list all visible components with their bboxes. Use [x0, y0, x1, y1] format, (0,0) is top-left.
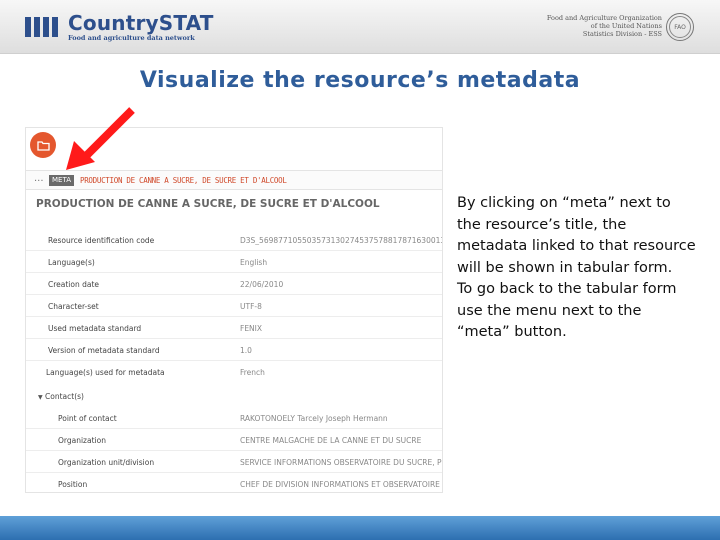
fao-seal-logo: FAO	[666, 13, 694, 41]
metadata-row: Version of metadata standard 1.0	[26, 339, 442, 361]
resource-toolbar: ... META PRODUCTION DE CANNE A SUCRE, DE…	[26, 170, 442, 190]
footer-band	[0, 516, 720, 540]
metadata-label: Creation date	[48, 280, 100, 289]
metadata-row: Organization unit/division SERVICE INFOR…	[26, 451, 443, 473]
metadata-row: Character-set UTF-8	[26, 295, 442, 317]
metadata-row: Creation date 22/06/2010	[26, 273, 442, 295]
resource-title-link[interactable]: PRODUCTION DE CANNE A SUCRE, DE SUCRE ET…	[80, 176, 287, 185]
fao-line: of the United Nations	[590, 22, 662, 30]
metadata-value: 1.0	[240, 346, 252, 355]
metadata-label: Point of contact	[58, 414, 117, 423]
logo-tagline: Food and agriculture data network	[68, 34, 195, 42]
slide-title: Visualize the resource’s metadata	[139, 68, 581, 93]
metadata-row: Position CHEF DE DIVISION INFORMATIONS E…	[26, 473, 442, 492]
metadata-row: Organization CENTRE MALGACHE DE LA CANNE…	[26, 429, 442, 451]
metadata-row: Language(s) used for metadata French	[26, 361, 442, 383]
metadata-label: Resource identification code	[48, 236, 155, 245]
countrystat-logo-icon	[25, 17, 61, 37]
instructions-text: By clicking on “meta” next to the resour…	[457, 193, 697, 344]
header-banner: CountrySTAT Food and agriculture data ne…	[0, 0, 720, 54]
fao-seal-text: FAO	[669, 16, 691, 38]
metadata-screenshot: ... META PRODUCTION DE CANNE A SUCRE, DE…	[25, 127, 443, 493]
folder-icon	[36, 140, 50, 151]
meta-button[interactable]: META	[49, 175, 74, 186]
metadata-label: Contact(s)	[45, 392, 84, 401]
metadata-value: CENTRE MALGACHE DE LA CANNE ET DU SUCRE	[240, 436, 422, 445]
metadata-value: UTF-8	[240, 302, 262, 311]
folder-button[interactable]	[30, 132, 56, 158]
metadata-row: Used metadata standard FENIX	[26, 317, 442, 339]
metadata-row: Resource identification code D3S_5698771…	[26, 229, 443, 251]
metadata-label: Organization	[58, 436, 106, 445]
metadata-row: Language(s) English	[26, 251, 442, 273]
metadata-value: CHEF DE DIVISION INFORMATIONS ET OBSERVA…	[240, 480, 442, 489]
fao-line: Statistics Division - ESS	[582, 30, 662, 38]
metadata-label: Used metadata standard	[48, 324, 142, 333]
contacts-section-toggle[interactable]: ▼ Contact(s)	[26, 385, 442, 407]
contacts-toggle[interactable]: ▼ Contact(s)	[38, 392, 84, 401]
metadata-value: RAKOTONOELY Tarcely Joseph Hermann	[240, 414, 388, 423]
metadata-label: Language(s)	[48, 258, 95, 267]
metadata-value: French	[240, 368, 265, 377]
metadata-value: D3S_569877105503573130274537578817871630…	[240, 236, 443, 245]
fao-organization-text: Food and Agriculture Organization of the…	[502, 14, 662, 38]
metadata-row: Point of contact RAKOTONOELY Tarcely Jos…	[26, 407, 442, 429]
metadata-label: Organization unit/division	[58, 458, 155, 467]
metadata-value: English	[240, 258, 268, 267]
metadata-label: Position	[58, 480, 88, 489]
logo-name: CountrySTAT	[68, 11, 214, 35]
menu-dots-button[interactable]: ...	[34, 173, 44, 184]
instructions-paragraph: By clicking on “meta” next to the resour…	[457, 195, 696, 276]
caret-down-icon: ▼	[38, 394, 43, 401]
metadata-label: Version of metadata standard	[48, 346, 160, 355]
metadata-value: SERVICE INFORMATIONS OBSERVATOIRE DU SUC…	[240, 458, 443, 467]
fao-line: Food and Agriculture Organization	[546, 14, 662, 22]
metadata-value: 22/06/2010	[240, 280, 284, 289]
resource-heading: PRODUCTION DE CANNE A SUCRE, DE SUCRE ET…	[36, 198, 380, 210]
instructions-paragraph: To go back to the tabular form use the m…	[457, 281, 677, 340]
metadata-label: Character-set	[48, 302, 99, 311]
metadata-label: Language(s) used for metadata	[46, 368, 165, 377]
metadata-value: FENIX	[240, 324, 263, 333]
